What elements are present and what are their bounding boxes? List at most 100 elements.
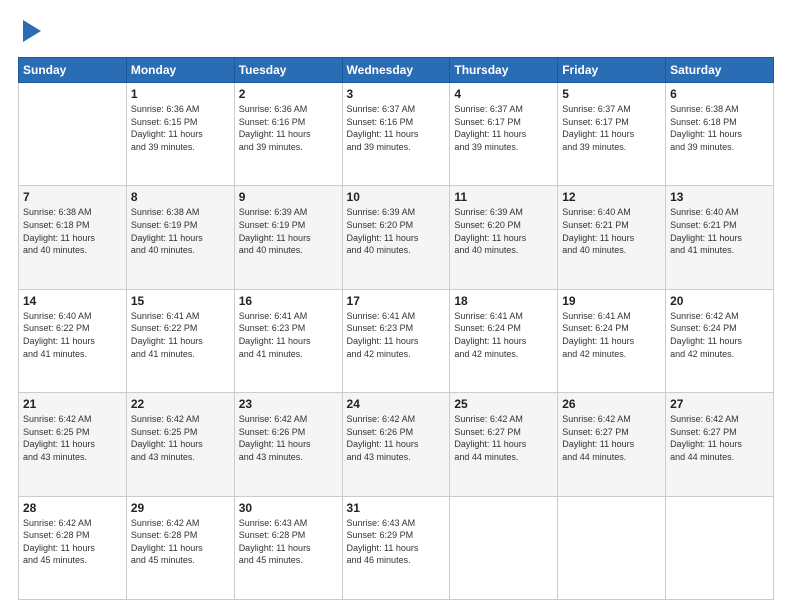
day-number: 17 [347,294,446,308]
calendar-table: SundayMondayTuesdayWednesdayThursdayFrid… [18,57,774,600]
calendar-cell: 8 Sunrise: 6:38 AM Sunset: 6:19 PM Daylig… [126,186,234,289]
day-number: 21 [23,397,122,411]
calendar-cell: 10 Sunrise: 6:39 AM Sunset: 6:20 PM Dayli… [342,186,450,289]
day-number: 9 [239,190,338,204]
day-info: Sunrise: 6:41 AM Sunset: 6:23 PM Dayligh… [239,310,338,360]
day-info: Sunrise: 6:38 AM Sunset: 6:19 PM Dayligh… [131,206,230,256]
calendar-cell: 16Sunrise: 6:41 AM Sunset: 6:23 PM Dayli… [234,289,342,392]
day-info: Sunrise: 6:41 AM Sunset: 6:24 PM Dayligh… [454,310,553,360]
day-number: 6 [670,87,769,101]
day-info: Sunrise: 6:37 AM Sunset: 6:17 PM Dayligh… [454,103,553,153]
day-number: 19 [562,294,661,308]
day-info: Sunrise: 6:42 AM Sunset: 6:28 PM Dayligh… [131,517,230,567]
day-info: Sunrise: 6:38 AM Sunset: 6:18 PM Dayligh… [23,206,122,256]
day-number: 23 [239,397,338,411]
header [18,18,774,47]
calendar-cell: 27 Sunrise: 6:42 AM Sunset: 6:27 PM Dayli… [666,393,774,496]
calendar-cell: 22 Sunrise: 6:42 AM Sunset: 6:25 PM Dayli… [126,393,234,496]
day-number: 29 [131,501,230,515]
calendar-cell [558,496,666,599]
calendar-cell: 31 Sunrise: 6:43 AM Sunset: 6:29 PM Dayli… [342,496,450,599]
calendar-cell: 18 Sunrise: 6:41 AM Sunset: 6:24 PM Dayli… [450,289,558,392]
day-number: 10 [347,190,446,204]
day-info: Sunrise: 6:42 AM Sunset: 6:25 PM Dayligh… [23,413,122,463]
day-number: 13 [670,190,769,204]
day-number: 1 [131,87,230,101]
calendar-cell: 13 Sunrise: 6:40 AM Sunset: 6:21 PM Dayli… [666,186,774,289]
day-info: Sunrise: 6:41 AM Sunset: 6:24 PM Dayligh… [562,310,661,360]
weekday-header-monday: Monday [126,58,234,83]
day-number: 12 [562,190,661,204]
logo [18,18,41,47]
day-info: Sunrise: 6:37 AM Sunset: 6:17 PM Dayligh… [562,103,661,153]
calendar-cell: 12 Sunrise: 6:40 AM Sunset: 6:21 PM Dayli… [558,186,666,289]
day-info: Sunrise: 6:40 AM Sunset: 6:21 PM Dayligh… [670,206,769,256]
day-info: Sunrise: 6:41 AM Sunset: 6:23 PM Dayligh… [347,310,446,360]
calendar-cell: 21 Sunrise: 6:42 AM Sunset: 6:25 PM Dayli… [19,393,127,496]
day-number: 31 [347,501,446,515]
day-number: 8 [131,190,230,204]
day-number: 25 [454,397,553,411]
calendar-cell: 30 Sunrise: 6:43 AM Sunset: 6:28 PM Dayli… [234,496,342,599]
calendar-cell: 4 Sunrise: 6:37 AM Sunset: 6:17 PM Daylig… [450,83,558,186]
calendar-header-row: SundayMondayTuesdayWednesdayThursdayFrid… [19,58,774,83]
calendar-week-row: 1 Sunrise: 6:36 AM Sunset: 6:15 PM Daylig… [19,83,774,186]
calendar-cell: 7 Sunrise: 6:38 AM Sunset: 6:18 PM Daylig… [19,186,127,289]
calendar-week-row: 21 Sunrise: 6:42 AM Sunset: 6:25 PM Dayli… [19,393,774,496]
calendar-week-row: 28Sunrise: 6:42 AM Sunset: 6:28 PM Dayli… [19,496,774,599]
weekday-header-tuesday: Tuesday [234,58,342,83]
calendar-cell: 20Sunrise: 6:42 AM Sunset: 6:24 PM Dayli… [666,289,774,392]
day-info: Sunrise: 6:40 AM Sunset: 6:22 PM Dayligh… [23,310,122,360]
calendar-cell [666,496,774,599]
day-number: 27 [670,397,769,411]
day-info: Sunrise: 6:42 AM Sunset: 6:27 PM Dayligh… [454,413,553,463]
weekday-header-sunday: Sunday [19,58,127,83]
calendar-cell: 5Sunrise: 6:37 AM Sunset: 6:17 PM Daylig… [558,83,666,186]
day-number: 14 [23,294,122,308]
day-number: 30 [239,501,338,515]
calendar-cell: 28Sunrise: 6:42 AM Sunset: 6:28 PM Dayli… [19,496,127,599]
day-info: Sunrise: 6:39 AM Sunset: 6:20 PM Dayligh… [454,206,553,256]
calendar-cell: 24Sunrise: 6:42 AM Sunset: 6:26 PM Dayli… [342,393,450,496]
day-info: Sunrise: 6:41 AM Sunset: 6:22 PM Dayligh… [131,310,230,360]
page: SundayMondayTuesdayWednesdayThursdayFrid… [0,0,792,612]
calendar-cell: 25 Sunrise: 6:42 AM Sunset: 6:27 PM Dayli… [450,393,558,496]
day-info: Sunrise: 6:42 AM Sunset: 6:27 PM Dayligh… [670,413,769,463]
day-info: Sunrise: 6:43 AM Sunset: 6:29 PM Dayligh… [347,517,446,567]
calendar-cell [19,83,127,186]
day-number: 2 [239,87,338,101]
day-number: 18 [454,294,553,308]
day-info: Sunrise: 6:42 AM Sunset: 6:26 PM Dayligh… [239,413,338,463]
calendar-cell: 19 Sunrise: 6:41 AM Sunset: 6:24 PM Dayli… [558,289,666,392]
calendar-cell: 11Sunrise: 6:39 AM Sunset: 6:20 PM Dayli… [450,186,558,289]
calendar-week-row: 14 Sunrise: 6:40 AM Sunset: 6:22 PM Dayli… [19,289,774,392]
day-info: Sunrise: 6:38 AM Sunset: 6:18 PM Dayligh… [670,103,769,153]
logo-text [18,18,41,47]
day-number: 3 [347,87,446,101]
day-number: 7 [23,190,122,204]
calendar-cell: 9 Sunrise: 6:39 AM Sunset: 6:19 PM Daylig… [234,186,342,289]
day-info: Sunrise: 6:42 AM Sunset: 6:25 PM Dayligh… [131,413,230,463]
day-info: Sunrise: 6:36 AM Sunset: 6:15 PM Dayligh… [131,103,230,153]
day-number: 20 [670,294,769,308]
calendar-cell: 6 Sunrise: 6:38 AM Sunset: 6:18 PM Daylig… [666,83,774,186]
day-number: 22 [131,397,230,411]
calendar-cell: 26Sunrise: 6:42 AM Sunset: 6:27 PM Dayli… [558,393,666,496]
day-info: Sunrise: 6:43 AM Sunset: 6:28 PM Dayligh… [239,517,338,567]
day-info: Sunrise: 6:42 AM Sunset: 6:28 PM Dayligh… [23,517,122,567]
day-number: 4 [454,87,553,101]
day-info: Sunrise: 6:39 AM Sunset: 6:19 PM Dayligh… [239,206,338,256]
day-info: Sunrise: 6:40 AM Sunset: 6:21 PM Dayligh… [562,206,661,256]
day-number: 26 [562,397,661,411]
calendar-week-row: 7 Sunrise: 6:38 AM Sunset: 6:18 PM Daylig… [19,186,774,289]
logo-arrow-icon [23,20,41,42]
calendar-cell [450,496,558,599]
calendar-cell: 15Sunrise: 6:41 AM Sunset: 6:22 PM Dayli… [126,289,234,392]
weekday-header-saturday: Saturday [666,58,774,83]
calendar-cell: 14 Sunrise: 6:40 AM Sunset: 6:22 PM Dayli… [19,289,127,392]
calendar-cell: 23 Sunrise: 6:42 AM Sunset: 6:26 PM Dayli… [234,393,342,496]
calendar-cell: 1 Sunrise: 6:36 AM Sunset: 6:15 PM Daylig… [126,83,234,186]
day-number: 24 [347,397,446,411]
calendar-cell: 3Sunrise: 6:37 AM Sunset: 6:16 PM Daylig… [342,83,450,186]
day-info: Sunrise: 6:39 AM Sunset: 6:20 PM Dayligh… [347,206,446,256]
